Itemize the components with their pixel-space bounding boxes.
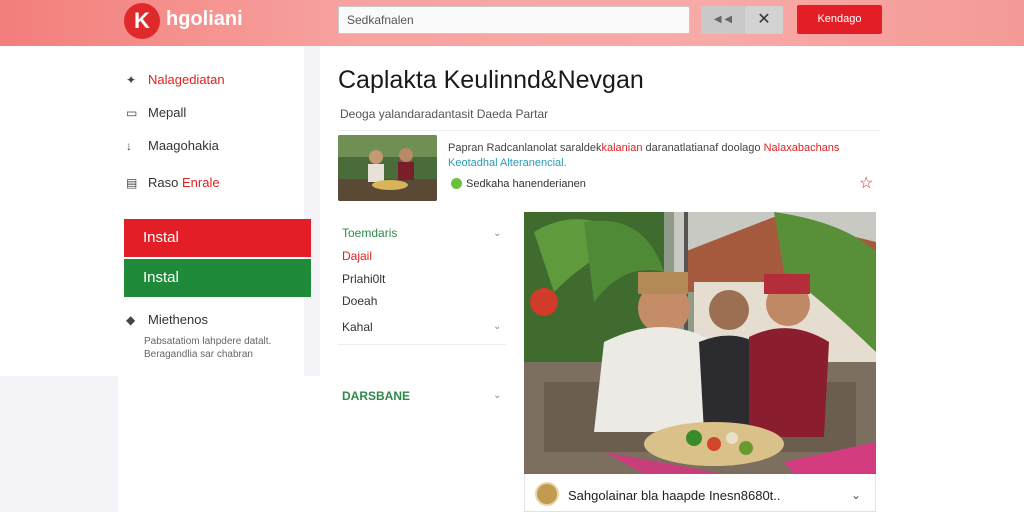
document-icon: ▤ [126, 176, 138, 190]
chevron-down-icon[interactable]: ⌄ [851, 488, 861, 502]
sidebar-item-methods[interactable]: ◆ Miethenos [126, 312, 208, 327]
avatar[interactable] [535, 482, 559, 506]
compass-icon: ✦ [126, 73, 137, 87]
filter-section-title[interactable]: DARSBANE [342, 389, 410, 403]
close-button[interactable]: ✕ [745, 6, 783, 34]
page-subtitle: Deoga yalandaradantasit Daeda Partar [340, 107, 549, 121]
filter-item[interactable]: Toemdaris [342, 226, 397, 240]
filter-item[interactable]: Prlahi0lt [342, 272, 385, 286]
sidebar-item-raso-enrale[interactable]: ▤ Raso Enrale [126, 175, 220, 190]
monitor-icon: ▭ [126, 106, 138, 120]
chevron-icon[interactable]: ⌄ [493, 321, 501, 332]
sidebar-item-nalagediatan[interactable]: ✦ Nalagediatan [126, 72, 225, 87]
star-icon[interactable]: ☆ [859, 173, 873, 193]
sidebar-item-maagohakia[interactable]: ↓ Maagohakia [126, 138, 219, 153]
back-button[interactable]: ◀ ◀ [701, 6, 745, 34]
chevron-icon[interactable]: ⌄ [493, 228, 501, 239]
install-button-green[interactable]: Instal [124, 259, 311, 297]
primary-button[interactable]: Kendago [797, 5, 882, 34]
install-button-red[interactable]: Instal [124, 219, 311, 257]
divider [338, 130, 880, 131]
status-dot-icon [451, 178, 462, 189]
thumbnail-image[interactable] [338, 135, 437, 201]
diamond-icon: ◆ [126, 313, 136, 327]
filter-item[interactable]: Dajail [342, 249, 372, 263]
chevron-down-icon[interactable]: ⌄ [493, 390, 501, 401]
divider [338, 344, 506, 345]
logo-icon[interactable]: K [124, 3, 160, 39]
photo-caption: Sahgolainar bla haapde Inesn8680t.. [568, 488, 781, 503]
feature-photo[interactable] [524, 212, 876, 474]
article-description: Papran Radcanlanolat saraldekkalanian da… [448, 142, 840, 169]
sidebar-item-mepall[interactable]: ▭ Mepall [126, 105, 186, 120]
background-panel [0, 376, 118, 512]
article-meta: Sedkaha hanenderianen [466, 178, 586, 190]
page-title: Caplakta Keulinnd&Nevgan [338, 66, 644, 94]
logo-text[interactable]: hgoliani [166, 8, 243, 31]
search-input[interactable]: Sedkafnalen [338, 6, 690, 34]
background-panel [118, 376, 320, 512]
filter-item[interactable]: Kahal [342, 320, 373, 334]
sidebar-note: Pabsatatiom lahpdere datalt. Beragandlia… [144, 336, 272, 360]
arrow-down-icon: ↓ [126, 139, 132, 153]
filter-item[interactable]: Doeah [342, 294, 377, 308]
